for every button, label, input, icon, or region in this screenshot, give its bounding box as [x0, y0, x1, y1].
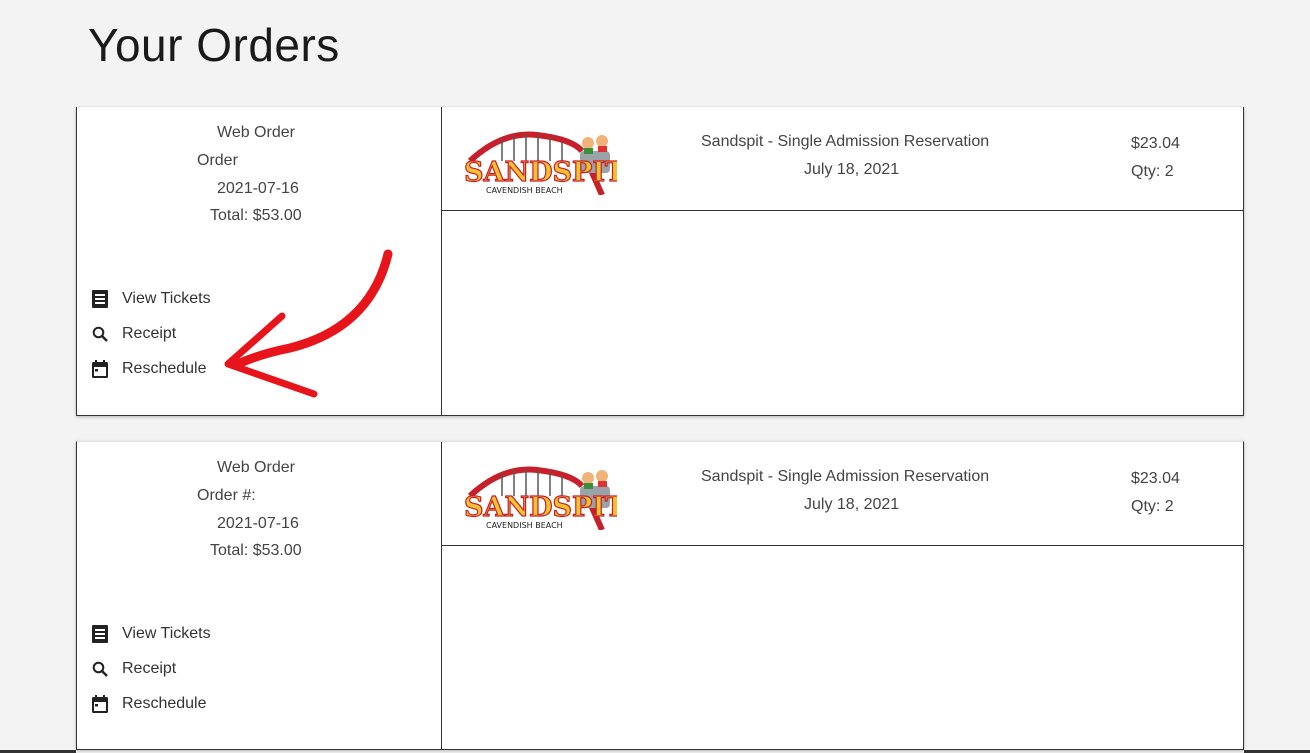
logo-subtext: CAVENDISH BEACH [486, 521, 563, 530]
sandspit-logo: SANDSPIT CAVENDISH BEACH [463, 131, 617, 195]
sandspit-logo: SANDSPIT CAVENDISH BEACH [463, 466, 617, 530]
item-date: July 18, 2021 [804, 496, 900, 513]
item-price: $23.04 [1131, 470, 1180, 487]
line-item: SANDSPIT CAVENDISH BEACH Sandspit - Sing… [442, 107, 1243, 211]
order-items: SANDSPIT CAVENDISH BEACH Sandspit - Sing… [442, 107, 1243, 415]
order-total: Total: $53.00 [210, 542, 302, 559]
item-price: $23.04 [1131, 135, 1180, 152]
order-actions: View Tickets Receipt Reschedule [91, 616, 211, 721]
order-number: Order [197, 152, 238, 169]
view-tickets-label: View Tickets [122, 624, 211, 642]
calendar-icon [91, 694, 109, 713]
view-tickets-button[interactable]: View Tickets [91, 616, 211, 651]
order-total: Total: $53.00 [210, 207, 302, 224]
order-source: Web Order [217, 124, 295, 141]
reschedule-label: Reschedule [122, 694, 207, 712]
order-source: Web Order [217, 459, 295, 476]
view-tickets-button[interactable]: View Tickets [91, 281, 211, 316]
receipt-icon [91, 624, 109, 643]
view-tickets-label: View Tickets [122, 289, 211, 307]
item-quantity: Qty: 2 [1131, 163, 1174, 180]
logo-wordmark: SANDSPIT [464, 492, 617, 523]
receipt-icon [91, 289, 109, 308]
reschedule-button[interactable]: Reschedule [91, 351, 211, 386]
item-quantity: Qty: 2 [1131, 498, 1174, 515]
reschedule-label: Reschedule [122, 359, 207, 377]
order-date: 2021-07-16 [217, 180, 299, 197]
item-date: July 18, 2021 [804, 161, 900, 178]
receipt-label: Receipt [122, 324, 177, 342]
order-date: 2021-07-16 [217, 515, 299, 532]
order-card: Web Order Order #: 2021-07-16 Total: $53… [76, 441, 1244, 750]
order-summary: Web Order Order #: 2021-07-16 Total: $53… [77, 442, 442, 749]
order-items: SANDSPIT CAVENDISH BEACH Sandspit - Sing… [442, 442, 1243, 749]
page-title: Your Orders [88, 19, 340, 71]
calendar-icon [91, 359, 109, 378]
logo-subtext: CAVENDISH BEACH [486, 186, 563, 195]
receipt-button[interactable]: Receipt [91, 316, 211, 351]
item-name: Sandspit - Single Admission Reservation [701, 133, 990, 150]
reschedule-button[interactable]: Reschedule [91, 686, 211, 721]
search-icon [91, 660, 109, 678]
order-actions: View Tickets Receipt Reschedule [91, 281, 211, 386]
logo-wordmark: SANDSPIT [464, 157, 617, 188]
order-summary: Web Order Order 2021-07-16 Total: $53.00… [77, 107, 442, 415]
receipt-label: Receipt [122, 659, 177, 677]
order-card: Web Order Order 2021-07-16 Total: $53.00… [76, 107, 1244, 416]
order-number: Order #: [197, 487, 256, 504]
line-item: SANDSPIT CAVENDISH BEACH Sandspit - Sing… [442, 442, 1243, 546]
item-name: Sandspit - Single Admission Reservation [701, 468, 990, 485]
receipt-button[interactable]: Receipt [91, 651, 211, 686]
search-icon [91, 325, 109, 343]
